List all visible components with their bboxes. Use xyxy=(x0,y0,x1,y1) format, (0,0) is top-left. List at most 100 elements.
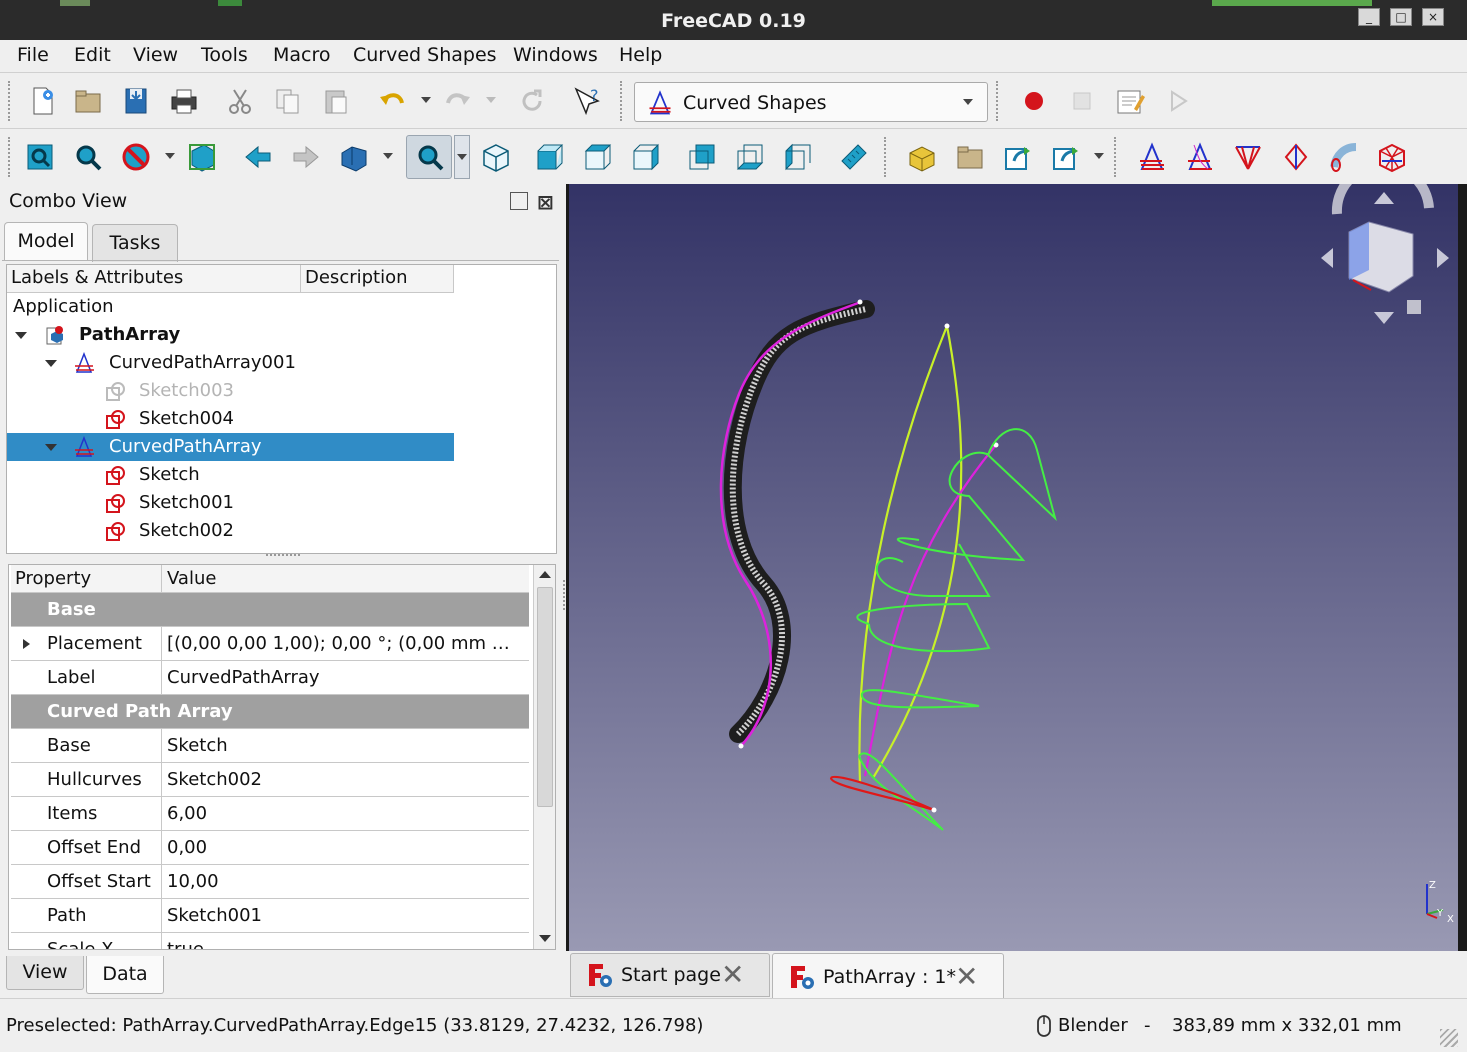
property-value[interactable]: [(0,00 0,00 1,00); 0,00 °; (0,00 mm … xyxy=(167,633,510,654)
draw-style-icon[interactable] xyxy=(120,141,152,173)
menu-windows[interactable]: Windows xyxy=(513,44,598,66)
property-row-offset-start[interactable]: Offset Start 10,00 xyxy=(11,865,529,899)
property-group-curved-path-array[interactable]: Curved Path Array xyxy=(11,695,529,729)
curved-path-array-icon[interactable] xyxy=(1184,141,1216,173)
close-icon[interactable]: ✕ xyxy=(955,960,978,993)
forward-icon[interactable] xyxy=(290,141,322,173)
property-value[interactable]: Sketch xyxy=(167,735,228,756)
rear-view-icon[interactable] xyxy=(686,141,718,173)
property-value[interactable]: 10,00 xyxy=(167,871,219,892)
tree-item-patharray[interactable]: PathArray xyxy=(7,321,454,349)
link-actions-dropdown-arrow[interactable] xyxy=(1094,153,1104,159)
surface-cut-icon[interactable] xyxy=(1328,141,1360,173)
tab-model[interactable]: Model xyxy=(4,222,88,260)
menu-view[interactable]: View xyxy=(133,44,178,66)
property-value[interactable]: true xyxy=(167,939,204,949)
isometric-icon[interactable] xyxy=(480,141,512,173)
menu-file[interactable]: File xyxy=(17,44,49,66)
property-value[interactable]: 6,00 xyxy=(167,803,207,824)
property-row-hullcurves[interactable]: Hullcurves Sketch002 xyxy=(11,763,529,797)
back-icon[interactable] xyxy=(242,141,274,173)
refresh-icon[interactable] xyxy=(516,85,548,117)
stop-macro-icon[interactable] xyxy=(1066,85,1098,117)
undo-dropdown-arrow[interactable] xyxy=(421,97,431,103)
right-view-icon[interactable] xyxy=(630,141,662,173)
scene-canvas[interactable]: Z Y X xyxy=(569,159,1458,951)
arrow-down-icon[interactable] xyxy=(1374,312,1394,324)
property-scrollbar[interactable] xyxy=(533,565,555,949)
property-row-label[interactable]: Label CurvedPathArray xyxy=(11,661,529,695)
nav-cube-menu-icon[interactable] xyxy=(1407,300,1421,314)
menu-curved-shapes[interactable]: Curved Shapes xyxy=(353,44,497,66)
swept-tube-shape[interactable] xyxy=(723,300,875,743)
fit-selection-icon[interactable] xyxy=(72,141,104,173)
toolbar-grip[interactable] xyxy=(884,137,888,177)
menu-help[interactable]: Help xyxy=(619,44,662,66)
named-sketcher-icon[interactable] xyxy=(1376,141,1408,173)
tab-view[interactable]: View xyxy=(6,956,84,990)
tab-data[interactable]: Data xyxy=(86,956,164,994)
bottom-view-icon[interactable] xyxy=(734,141,766,173)
close-icon[interactable]: ✕ xyxy=(721,958,744,991)
workbench-selector[interactable]: Curved Shapes xyxy=(634,82,988,122)
column-header-labels[interactable]: Labels & Attributes xyxy=(7,265,301,293)
property-value[interactable]: Sketch001 xyxy=(167,905,262,926)
interpolated-middle-icon[interactable] xyxy=(1280,141,1312,173)
top-view-icon[interactable] xyxy=(582,141,614,173)
expand-arrow-icon[interactable] xyxy=(15,332,27,339)
property-row-placement[interactable]: Placement [(0,00 0,00 1,00); 0,00 °; (0,… xyxy=(11,627,529,661)
maximize-button[interactable]: □ xyxy=(1390,8,1412,26)
menu-edit[interactable]: Edit xyxy=(74,44,111,66)
tree-item-sketch[interactable]: Sketch xyxy=(7,461,454,489)
vertex-point[interactable] xyxy=(857,299,863,305)
minimize-button[interactable]: _ xyxy=(1358,8,1380,26)
tree-item-sketch001[interactable]: Sketch001 xyxy=(7,489,454,517)
splitter-handle[interactable] xyxy=(266,554,300,557)
left-view-icon[interactable] xyxy=(782,141,814,173)
close-window-button[interactable]: × xyxy=(1422,8,1444,26)
expand-arrow-icon[interactable] xyxy=(23,639,30,649)
navigation-cube[interactable] xyxy=(1321,159,1449,324)
measure-icon[interactable] xyxy=(838,141,870,173)
tree-item-sketch003[interactable]: Sketch003 xyxy=(7,377,454,405)
scroll-up-icon[interactable] xyxy=(539,571,551,578)
scrollbar-thumb[interactable] xyxy=(537,587,553,807)
tree-item-sketch002[interactable]: Sketch002 xyxy=(7,517,454,545)
navigation-style-button[interactable]: Blender xyxy=(1058,1015,1128,1036)
edit-macro-icon[interactable] xyxy=(1114,85,1146,117)
expand-arrow-icon[interactable] xyxy=(45,360,57,367)
tab-tasks[interactable]: Tasks xyxy=(92,224,178,262)
nav-cube-face-highlight[interactable] xyxy=(1349,222,1369,280)
arrow-up-icon[interactable] xyxy=(1374,192,1394,204)
vertex-point[interactable] xyxy=(944,323,950,329)
3d-viewport[interactable]: Z Y X xyxy=(569,159,1458,951)
tab-patharray[interactable]: PathArray : 1* ✕ xyxy=(772,953,1004,999)
front-view-icon[interactable] xyxy=(534,141,566,173)
property-group-base[interactable]: Base xyxy=(11,593,529,627)
std-views-menu-button[interactable] xyxy=(406,135,452,179)
property-value[interactable]: 0,00 xyxy=(167,837,207,858)
base-profile-curve[interactable] xyxy=(829,775,935,812)
profile-shape[interactable] xyxy=(856,602,991,653)
property-value[interactable]: Sketch002 xyxy=(167,769,262,790)
column-header-description[interactable]: Description xyxy=(301,265,454,293)
curved-segment-icon[interactable] xyxy=(1232,141,1264,173)
profile-shape[interactable] xyxy=(875,543,991,597)
expand-arrow-icon[interactable] xyxy=(45,444,57,451)
record-macro-icon[interactable] xyxy=(1018,85,1050,117)
group-icon[interactable] xyxy=(954,141,986,173)
part-icon[interactable] xyxy=(906,141,938,173)
tree-item-curvedpatharray001[interactable]: CurvedPathArray001 xyxy=(7,349,454,377)
save-icon[interactable] xyxy=(120,85,152,117)
sync-view-icon[interactable] xyxy=(338,141,370,173)
toolbar-grip[interactable] xyxy=(996,81,1000,121)
fit-all-icon[interactable] xyxy=(24,141,56,173)
column-header-value[interactable]: Value xyxy=(167,568,216,589)
menu-tools[interactable]: Tools xyxy=(201,44,248,66)
print-icon[interactable] xyxy=(168,85,200,117)
float-panel-icon[interactable] xyxy=(510,192,528,210)
resize-grip[interactable] xyxy=(1440,1029,1458,1047)
redo-icon[interactable] xyxy=(442,85,474,117)
redo-dropdown-arrow[interactable] xyxy=(486,97,496,103)
tab-start-page[interactable]: Start page ✕ xyxy=(570,953,770,997)
